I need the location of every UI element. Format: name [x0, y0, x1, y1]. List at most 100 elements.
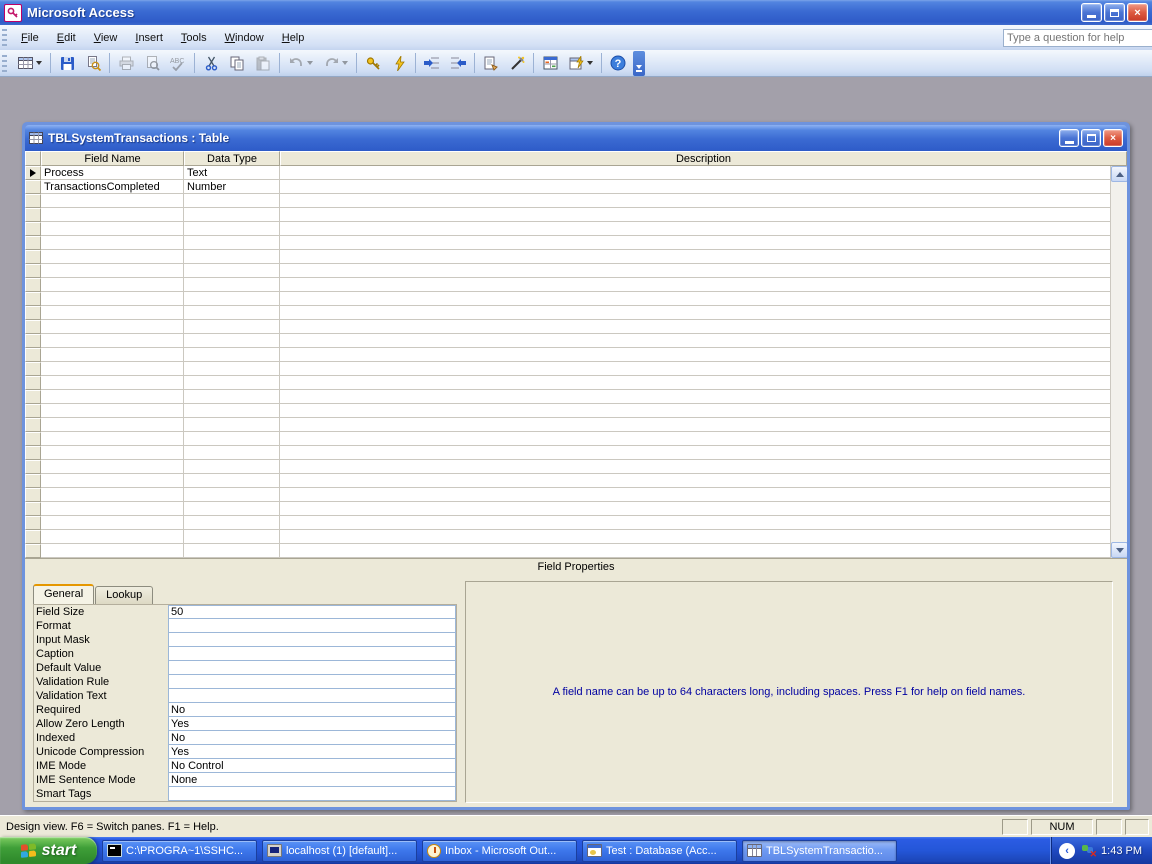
menu-file[interactable]: File	[12, 29, 48, 47]
field-name-cell[interactable]	[41, 474, 184, 488]
row-selector[interactable]	[25, 208, 41, 222]
row-selector[interactable]	[25, 320, 41, 334]
minimize-button[interactable]	[1081, 3, 1102, 22]
description-cell[interactable]	[280, 292, 1127, 306]
row-selector[interactable]	[25, 180, 41, 194]
row-selector[interactable]	[25, 502, 41, 516]
row-selector[interactable]	[25, 432, 41, 446]
description-cell[interactable]	[280, 516, 1127, 530]
field-name-cell[interactable]	[41, 502, 184, 516]
description-cell[interactable]	[280, 390, 1127, 404]
row-selector[interactable]	[25, 278, 41, 292]
description-cell[interactable]	[280, 250, 1127, 264]
data-type-cell[interactable]	[184, 292, 280, 306]
field-name-cell[interactable]	[41, 432, 184, 446]
tray-expand-icon[interactable]: ‹	[1059, 843, 1075, 859]
description-cell[interactable]	[280, 362, 1127, 376]
data-type-cell[interactable]	[184, 306, 280, 320]
field-name-cell[interactable]	[41, 488, 184, 502]
undo-button[interactable]	[284, 52, 317, 74]
grid-vertical-scrollbar[interactable]	[1110, 166, 1127, 558]
restore-button[interactable]	[1104, 3, 1125, 22]
description-cell[interactable]	[280, 446, 1127, 460]
property-value-input[interactable]: No	[168, 730, 456, 745]
file-search-button[interactable]	[81, 52, 105, 74]
data-type-cell[interactable]	[184, 418, 280, 432]
tab-lookup[interactable]: Lookup	[95, 586, 153, 604]
row-selector[interactable]	[25, 544, 41, 558]
property-value-input[interactable]	[168, 688, 456, 703]
toolbar-options-button[interactable]	[633, 51, 645, 76]
row-selector[interactable]	[25, 334, 41, 348]
description-cell[interactable]	[280, 166, 1127, 180]
menu-drag-handle[interactable]	[2, 29, 7, 46]
doc-minimize-button[interactable]	[1059, 129, 1079, 147]
data-type-cell[interactable]	[184, 502, 280, 516]
data-type-cell[interactable]	[184, 446, 280, 460]
property-value-input[interactable]	[168, 660, 456, 675]
start-button[interactable]: start	[0, 837, 97, 864]
description-cell[interactable]	[280, 306, 1127, 320]
row-selector[interactable]	[25, 516, 41, 530]
menu-window[interactable]: Window	[216, 29, 273, 47]
field-name-cell[interactable]	[41, 530, 184, 544]
taskbar-button[interactable]: C:\PROGRA~1\SSHC...	[102, 840, 257, 862]
description-cell[interactable]	[280, 418, 1127, 432]
description-cell[interactable]	[280, 474, 1127, 488]
property-value-input[interactable]	[168, 674, 456, 689]
taskbar-button[interactable]: Inbox - Microsoft Out...	[422, 840, 577, 862]
data-type-cell[interactable]	[184, 362, 280, 376]
field-name-cell[interactable]	[41, 418, 184, 432]
row-selector[interactable]	[25, 362, 41, 376]
row-selector[interactable]	[25, 404, 41, 418]
data-type-cell[interactable]: Number	[184, 180, 280, 194]
insert-rows-button[interactable]	[420, 52, 444, 74]
field-name-cell[interactable]	[41, 362, 184, 376]
menu-insert[interactable]: Insert	[126, 29, 172, 47]
field-name-cell[interactable]	[41, 208, 184, 222]
data-type-cell[interactable]	[184, 530, 280, 544]
menu-tools[interactable]: Tools	[172, 29, 216, 47]
database-window-button[interactable]	[538, 52, 562, 74]
doc-close-button[interactable]: ×	[1103, 129, 1123, 147]
description-cell[interactable]	[280, 320, 1127, 334]
properties-button[interactable]	[479, 52, 503, 74]
help-search-input[interactable]	[1003, 29, 1152, 47]
taskbar-button[interactable]: Test : Database (Acc...	[582, 840, 737, 862]
description-cell[interactable]	[280, 348, 1127, 362]
spelling-button[interactable]: ABC	[166, 52, 190, 74]
data-type-cell[interactable]	[184, 222, 280, 236]
description-cell[interactable]	[280, 488, 1127, 502]
data-type-cell[interactable]	[184, 474, 280, 488]
row-selector[interactable]	[25, 222, 41, 236]
doc-maximize-button[interactable]	[1081, 129, 1101, 147]
row-selector[interactable]	[25, 376, 41, 390]
save-button[interactable]	[55, 52, 79, 74]
description-cell[interactable]	[280, 194, 1127, 208]
property-value-input[interactable]: Yes	[168, 716, 456, 731]
data-type-cell[interactable]	[184, 390, 280, 404]
field-name-cell[interactable]	[41, 306, 184, 320]
field-name-cell[interactable]	[41, 404, 184, 418]
field-name-cell[interactable]	[41, 222, 184, 236]
field-name-cell[interactable]	[41, 460, 184, 474]
description-cell[interactable]	[280, 334, 1127, 348]
field-name-cell[interactable]	[41, 194, 184, 208]
data-type-cell[interactable]	[184, 334, 280, 348]
property-value-input[interactable]: None	[168, 772, 456, 787]
field-name-cell[interactable]	[41, 264, 184, 278]
row-selector[interactable]	[25, 446, 41, 460]
menu-edit[interactable]: Edit	[48, 29, 85, 47]
print-button[interactable]	[114, 52, 138, 74]
description-header[interactable]: Description	[280, 151, 1127, 166]
tray-alert-icon[interactable]	[1081, 844, 1095, 857]
field-name-cell[interactable]	[41, 544, 184, 558]
print-preview-button[interactable]	[140, 52, 164, 74]
scroll-up-button[interactable]	[1111, 166, 1127, 182]
description-cell[interactable]	[280, 180, 1127, 194]
row-selector[interactable]	[25, 418, 41, 432]
row-selector[interactable]	[25, 460, 41, 474]
property-value-input[interactable]: No	[168, 702, 456, 717]
help-button[interactable]: ?	[606, 52, 630, 74]
property-value-input[interactable]	[168, 632, 456, 647]
